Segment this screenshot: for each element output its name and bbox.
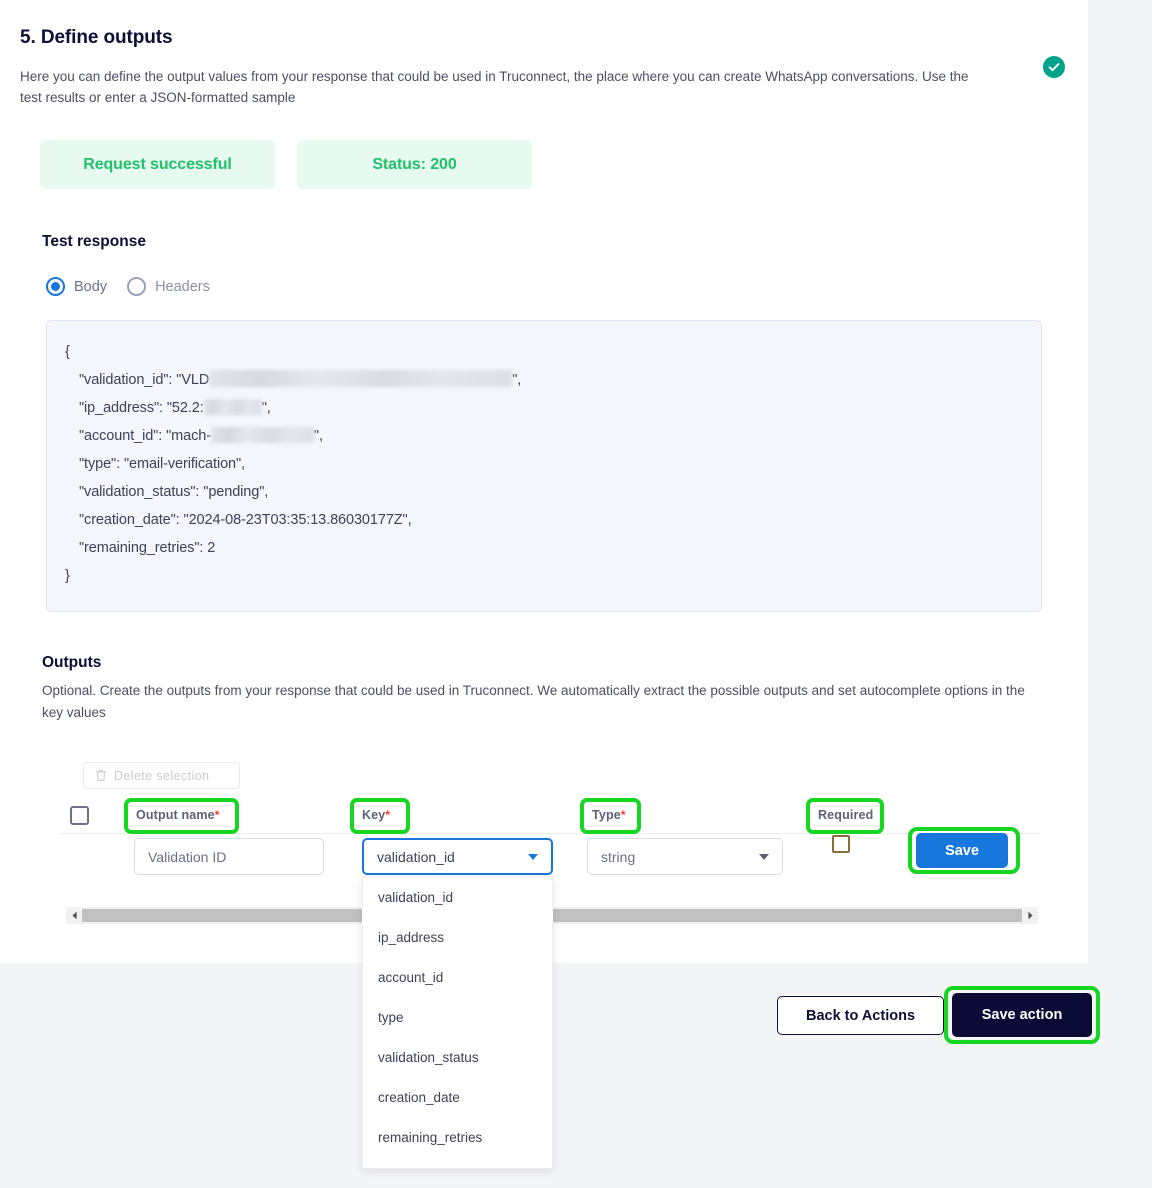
- json-line: "account_id": "mach- ",: [65, 422, 1023, 450]
- chevron-down-icon: [759, 853, 769, 860]
- required-marker: *: [214, 808, 220, 822]
- type-select-value: string: [601, 848, 636, 865]
- required-marker: *: [620, 808, 626, 822]
- trash-icon: [95, 769, 107, 782]
- key-select[interactable]: validation_id: [362, 838, 553, 875]
- redacted-value: [210, 427, 314, 443]
- column-header-label: Type: [592, 808, 621, 822]
- json-tail-text: ",: [313, 428, 323, 444]
- json-key-text: "account_id": "mach-: [79, 428, 211, 444]
- redacted-value: [203, 399, 262, 415]
- output-name-input[interactable]: Validation ID: [134, 838, 324, 875]
- json-line: "validation_id": "VLD ",: [65, 366, 1023, 394]
- chevron-down-icon: [528, 853, 538, 860]
- column-header-label: Output name: [136, 808, 215, 822]
- json-line: {: [65, 344, 70, 360]
- json-line: "creation_date": "2024-08-23T03:35:13.86…: [79, 512, 412, 528]
- test-response-heading: Test response: [42, 233, 146, 250]
- json-key-text: "validation_id": "VLD: [79, 372, 210, 388]
- delete-selection-label: Delete selection: [114, 768, 210, 783]
- column-header-output-name: Output name*: [136, 808, 220, 822]
- required-marker: *: [385, 808, 391, 822]
- column-header-label: Key: [362, 808, 386, 822]
- radio-body[interactable]: Body: [46, 277, 107, 296]
- required-checkbox[interactable]: [832, 835, 850, 853]
- output-name-value: Validation ID: [148, 848, 227, 865]
- radio-headers[interactable]: Headers: [127, 277, 210, 296]
- page-right-background: [1088, 0, 1152, 1188]
- column-header-required: Required: [818, 808, 873, 822]
- dropdown-option-creation-date[interactable]: creation_date: [363, 1077, 552, 1117]
- radio-body-icon: [46, 277, 65, 296]
- column-header-label: Required: [818, 808, 874, 822]
- radio-headers-label: Headers: [155, 278, 210, 295]
- outputs-heading: Outputs: [42, 654, 102, 671]
- response-tab-group: Body Headers: [46, 277, 210, 296]
- page-title: 5. Define outputs: [20, 27, 173, 48]
- scroll-right-arrow-icon[interactable]: [1022, 907, 1038, 924]
- json-tail-text: ",: [261, 400, 271, 416]
- save-action-button[interactable]: Save action: [952, 993, 1092, 1037]
- scroll-left-arrow-icon[interactable]: [66, 907, 82, 924]
- dropdown-option-validation-status[interactable]: validation_status: [363, 1037, 552, 1077]
- back-to-actions-button[interactable]: Back to Actions: [777, 996, 944, 1035]
- type-select[interactable]: string: [587, 838, 783, 875]
- delete-selection-button[interactable]: Delete selection: [83, 762, 240, 789]
- json-line: "type": "email-verification",: [79, 456, 245, 472]
- save-button[interactable]: Save: [916, 833, 1008, 868]
- dropdown-option-remaining-retries[interactable]: remaining_retries: [363, 1117, 552, 1157]
- json-key-text: "ip_address": "52.2:: [79, 400, 204, 416]
- json-tail-text: ",: [512, 372, 522, 388]
- key-select-value: validation_id: [377, 848, 455, 865]
- redacted-value: [209, 370, 513, 387]
- json-line: "ip_address": "52.2: ",: [65, 394, 1023, 422]
- json-line: "remaining_retries": 2: [79, 540, 216, 556]
- radio-body-label: Body: [74, 278, 108, 295]
- status-badge-request: Request successful: [40, 140, 275, 189]
- radio-headers-icon: [127, 277, 147, 296]
- dropdown-overlay-mask: [362, 907, 553, 924]
- outputs-description: Optional. Create the outputs from your r…: [42, 683, 1025, 720]
- test-response-json-viewer[interactable]: { "validation_id": "VLD ", "ip_address": …: [46, 320, 1042, 612]
- check-circle-icon: [1043, 56, 1065, 78]
- table-header-divider: [60, 833, 1040, 834]
- select-all-checkbox[interactable]: [70, 806, 89, 825]
- column-header-type: Type*: [592, 808, 626, 822]
- json-line: "validation_status": "pending",: [79, 484, 269, 500]
- json-line: }: [65, 568, 70, 584]
- dropdown-option-type[interactable]: type: [363, 997, 552, 1037]
- column-header-key: Key*: [362, 808, 390, 822]
- page-root: 5. Define outputs Here you can define th…: [0, 0, 1152, 1188]
- page-description: Here you can define the output values fr…: [20, 69, 969, 105]
- dropdown-option-account-id[interactable]: account_id: [363, 957, 552, 997]
- status-badge-status-code: Status: 200: [297, 140, 532, 189]
